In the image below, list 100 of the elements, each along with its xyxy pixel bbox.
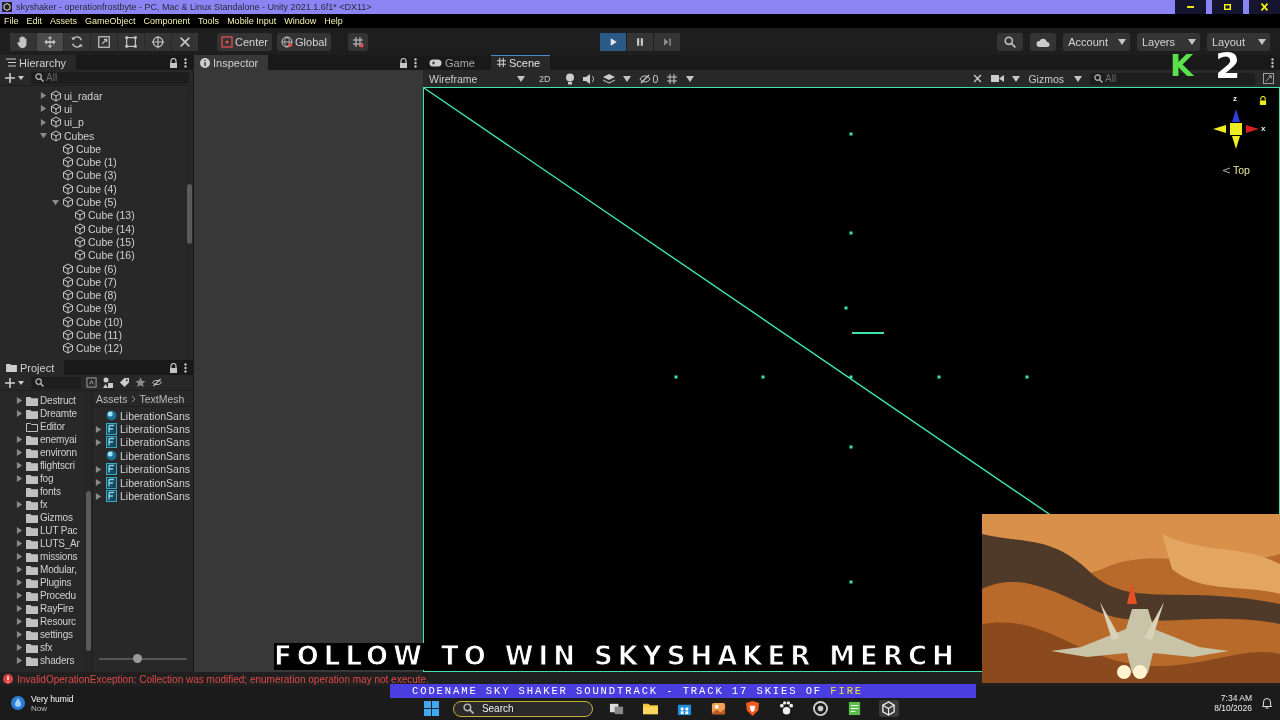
folder-item[interactable]: LUT Pac <box>40 525 78 536</box>
menu-item[interactable]: Mobile Input <box>227 16 277 26</box>
collapsed-arrow-icon[interactable] <box>39 118 47 126</box>
collapsed-arrow-icon[interactable] <box>15 644 23 651</box>
weather-widget[interactable]: Very humid Now <box>10 693 74 713</box>
more-options-icon[interactable] <box>414 57 417 68</box>
asset-item[interactable]: LiberationSans <box>120 423 191 436</box>
folder-item[interactable]: fog <box>40 473 54 484</box>
playback-button[interactable] <box>600 32 626 51</box>
collapsed-arrow-icon[interactable] <box>15 540 23 547</box>
folder-item[interactable]: RayFire <box>40 603 74 614</box>
maximize-view-icon[interactable] <box>1263 73 1274 84</box>
hierarchy-item[interactable]: Cube (3) <box>76 169 117 182</box>
notification-bell-icon[interactable] <box>1262 697 1272 709</box>
hierarchy-search-field[interactable]: All <box>31 71 189 84</box>
hierarchy-item[interactable]: Cube (11) <box>76 329 122 341</box>
hierarchy-item[interactable]: Cube (12) <box>76 342 123 355</box>
mode-2d-button[interactable]: 2D <box>533 73 557 84</box>
start-menu-icon[interactable] <box>423 701 439 716</box>
hierarchy-item[interactable]: Cube <box>76 142 102 155</box>
collapsed-arrow-icon[interactable] <box>15 410 23 417</box>
layout-dropdown[interactable]: Layout <box>1207 32 1270 51</box>
folder-item[interactable]: shaders <box>40 655 75 666</box>
hierarchy-tab[interactable]: Hierarchy <box>0 55 77 70</box>
tool-button[interactable] <box>118 32 144 51</box>
collapsed-arrow-icon[interactable] <box>15 618 23 625</box>
maximize-button[interactable] <box>1212 0 1243 14</box>
asset-item[interactable]: LiberationSans <box>120 476 191 489</box>
folder-item[interactable]: environn <box>40 447 77 458</box>
collapsed-arrow-icon[interactable] <box>15 566 23 573</box>
asset-item[interactable]: LiberationSans <box>120 436 191 449</box>
collapsed-arrow-icon[interactable] <box>15 605 23 612</box>
hierarchy-item[interactable]: Cube (8) <box>76 289 117 302</box>
hierarchy-item[interactable]: ui_radar <box>64 89 103 102</box>
folder-item[interactable]: settings <box>40 629 73 640</box>
collapsed-arrow-icon[interactable] <box>15 592 23 599</box>
hierarchy-item[interactable]: Cubes <box>64 129 95 142</box>
folder-item[interactable]: LUTS_Ar <box>40 538 80 549</box>
collapsed-arrow-icon[interactable] <box>15 436 23 443</box>
hierarchy-item[interactable]: Cube (7) <box>76 275 117 288</box>
collapsed-arrow-icon[interactable] <box>15 579 23 586</box>
hierarchy-item[interactable]: Cube (14) <box>88 222 135 235</box>
lock-icon[interactable] <box>399 57 408 68</box>
search-button[interactable] <box>997 32 1024 51</box>
star-icon[interactable] <box>135 377 146 388</box>
collapsed-arrow-icon[interactable] <box>15 527 23 534</box>
breadcrumb-item[interactable]: Assets <box>96 392 128 405</box>
menu-item[interactable]: Edit <box>26 16 43 26</box>
asset-item[interactable]: LiberationSans <box>120 490 191 503</box>
collapsed-arrow-icon[interactable] <box>15 449 23 456</box>
hierarchy-item[interactable]: Cube (13) <box>88 209 135 222</box>
expanded-arrow-icon[interactable] <box>51 198 59 206</box>
menu-item[interactable]: GameObject <box>85 16 136 26</box>
menu-item[interactable]: Assets <box>50 16 78 26</box>
playback-button[interactable] <box>627 32 653 51</box>
tools-icon[interactable] <box>972 73 984 84</box>
pivot-button[interactable]: Center <box>217 32 273 51</box>
asset-item[interactable]: LiberationSans <box>120 449 191 462</box>
menu-item[interactable]: Help <box>324 16 343 26</box>
lock-icon[interactable] <box>1259 96 1267 105</box>
more-options-icon[interactable] <box>184 57 187 68</box>
folder-item[interactable]: Destruct <box>40 395 76 406</box>
tool-button[interactable] <box>10 32 36 51</box>
tool-button[interactable] <box>145 32 171 51</box>
layers-effect-icon[interactable] <box>602 73 615 84</box>
folder-item[interactable]: Dreamte <box>40 408 77 419</box>
collapsed-arrow-icon[interactable] <box>15 475 23 482</box>
menu-item[interactable]: Component <box>143 16 191 26</box>
cloud-button[interactable] <box>1030 32 1057 51</box>
gizmos-dropdown[interactable]: Gizmos <box>1028 72 1082 85</box>
taskbar-app-button[interactable] <box>878 700 899 717</box>
folder-item[interactable]: Gizmos <box>40 512 73 523</box>
view-orientation-label[interactable]: Top <box>1222 164 1250 176</box>
draw-mode-dropdown[interactable]: Wireframe <box>429 72 525 85</box>
camera-icon[interactable] <box>991 74 1005 83</box>
collapsed-arrow-icon[interactable] <box>39 92 47 100</box>
collapsed-arrow-icon[interactable] <box>15 462 23 469</box>
hierarchy-item[interactable]: Cube (5) <box>76 196 117 208</box>
collapsed-arrow-icon[interactable] <box>39 105 47 113</box>
minimize-button[interactable] <box>1175 0 1206 14</box>
collapsed-arrow-icon[interactable] <box>15 501 23 508</box>
filter-type-icon[interactable] <box>86 377 97 388</box>
folder-item[interactable]: Resourc <box>40 616 76 627</box>
folder-item[interactable]: Procedu <box>40 590 76 601</box>
tool-button[interactable] <box>64 32 90 51</box>
folder-item[interactable]: fonts <box>40 486 61 497</box>
hierarchy-item[interactable]: ui_p <box>64 116 84 129</box>
breadcrumb-item[interactable]: TextMesh <box>139 392 185 405</box>
hidden-packages-icon[interactable] <box>151 377 163 388</box>
menu-item[interactable]: File <box>4 16 19 26</box>
space-button[interactable]: Global <box>277 32 331 51</box>
hidden-objects-toggle[interactable]: 0 <box>638 72 659 85</box>
folder-item[interactable]: enemyai <box>40 434 77 445</box>
light-bulb-icon[interactable] <box>564 72 575 85</box>
grid-icon[interactable] <box>666 72 679 85</box>
account-dropdown[interactable]: Account <box>1063 32 1130 51</box>
hierarchy-item[interactable]: Cube (6) <box>76 262 117 275</box>
layers-dropdown[interactable]: Layers <box>1137 32 1200 51</box>
hierarchy-item[interactable]: Cube (4) <box>76 182 117 195</box>
collapsed-arrow-icon[interactable] <box>15 397 23 404</box>
